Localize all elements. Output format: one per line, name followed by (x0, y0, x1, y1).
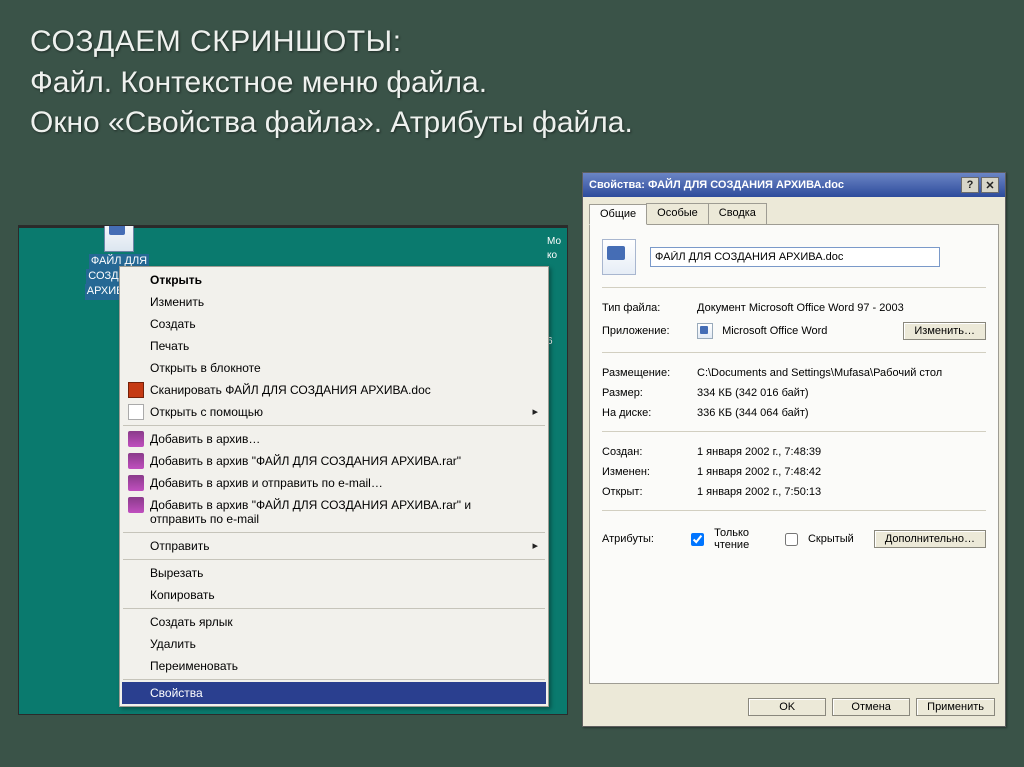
label-accessed: Открыт: (602, 486, 697, 498)
menu-open[interactable]: Открыть (122, 269, 546, 291)
rar-icon (128, 475, 144, 491)
value-ondisk: 336 КБ (344 064 байт) (697, 407, 986, 419)
cut-label-3: 6 (547, 336, 567, 347)
menu-add-archive-named-label: Добавить в архив "ФАЙЛ ДЛЯ СОЗДАНИЯ АРХИ… (150, 454, 461, 468)
antivirus-icon (128, 382, 144, 398)
menu-open-notepad[interactable]: Открыть в блокноте (122, 357, 546, 379)
value-modified: 1 января 2002 г., 7:48:42 (697, 466, 986, 478)
rar-icon (128, 453, 144, 469)
attr-hidden-label: Скрытый (808, 533, 854, 545)
label-attributes: Атрибуты: (602, 533, 681, 545)
app-name: Microsoft Office Word (722, 325, 827, 337)
rar-icon (128, 431, 144, 447)
value-size: 334 КБ (342 016 байт) (697, 387, 986, 399)
tab-special[interactable]: Особые (646, 203, 709, 224)
menu-new[interactable]: Создать (122, 313, 546, 335)
menu-print[interactable]: Печать (122, 335, 546, 357)
menu-add-archive-label: Добавить в архив… (150, 432, 260, 446)
menu-add-named-email-label: Добавить в архив "ФАЙЛ ДЛЯ СОЗДАНИЯ АРХИ… (150, 498, 471, 526)
slide-line-1: Создаем скриншоты: (30, 22, 994, 63)
checkbox-hidden[interactable] (785, 533, 798, 546)
menu-open-with-label: Открыть с помощью (150, 405, 263, 419)
close-button[interactable]: ✕ (981, 177, 999, 193)
filename-input[interactable] (650, 247, 940, 267)
attr-readonly-label: Только чтение (714, 527, 775, 551)
menu-properties[interactable]: Свойства (122, 682, 546, 704)
advanced-button[interactable]: Дополнительно… (874, 530, 986, 548)
tab-body-general: Тип файла: Документ Microsoft Office Wor… (589, 224, 999, 684)
menu-create-shortcut[interactable]: Создать ярлык (122, 611, 546, 633)
menu-send-to[interactable]: Отправить (122, 535, 546, 557)
value-filetype: Документ Microsoft Office Word 97 - 2003 (697, 302, 986, 314)
context-menu: Открыть Изменить Создать Печать Открыть … (119, 266, 549, 707)
cut-label-2: ко (547, 250, 567, 261)
desktop-panel: ФАЙЛ ДЛЯ СОЗДАНИЯ АРХИВА.doc Мо ко 6 Отк… (18, 225, 568, 715)
menu-copy[interactable]: Копировать (122, 584, 546, 606)
dialog-button-bar: OK Отмена Применить (583, 690, 1005, 726)
tab-general[interactable]: Общие (589, 204, 647, 225)
menu-cut[interactable]: Вырезать (122, 562, 546, 584)
tabs: Общие Особые Сводка (583, 197, 1005, 224)
menu-separator (123, 679, 545, 680)
menu-add-archive[interactable]: Добавить в архив… (122, 428, 546, 450)
change-app-button[interactable]: Изменить… (903, 322, 986, 340)
slide-line-2: Файл. Контекстное меню файла. (30, 63, 994, 104)
menu-open-with[interactable]: Открыть с помощью (122, 401, 546, 423)
menu-add-archive-named[interactable]: Добавить в архив "ФАЙЛ ДЛЯ СОЗДАНИЯ АРХИ… (122, 450, 546, 472)
menu-scan[interactable]: Сканировать ФАЙЛ ДЛЯ СОЗДАНИЯ АРХИВА.doc (122, 379, 546, 401)
menu-rename[interactable]: Переименовать (122, 655, 546, 677)
file-type-icon (602, 239, 636, 275)
slide-line-3: Окно «Свойства файла». Атрибуты файла. (30, 103, 994, 144)
label-ondisk: На диске: (602, 407, 697, 419)
label-size: Размер: (602, 387, 697, 399)
tab-summary[interactable]: Сводка (708, 203, 767, 224)
value-location: C:\Documents and Settings\Mufasa\Рабочий… (697, 367, 986, 379)
value-accessed: 1 января 2002 г., 7:50:13 (697, 486, 986, 498)
label-location: Размещение: (602, 367, 697, 379)
value-created: 1 января 2002 г., 7:48:39 (697, 446, 986, 458)
label-filetype: Тип файла: (602, 302, 697, 314)
app-icon (128, 404, 144, 420)
ok-button[interactable]: OK (748, 698, 826, 716)
help-button[interactable]: ? (961, 177, 979, 193)
menu-separator (123, 425, 545, 426)
cancel-button[interactable]: Отмена (832, 698, 910, 716)
menu-add-named-email[interactable]: Добавить в архив "ФАЙЛ ДЛЯ СОЗДАНИЯ АРХИ… (122, 494, 546, 530)
menu-separator (123, 608, 545, 609)
label-created: Создан: (602, 446, 697, 458)
menu-delete[interactable]: Удалить (122, 633, 546, 655)
menu-edit[interactable]: Изменить (122, 291, 546, 313)
menu-separator (123, 532, 545, 533)
menu-add-email-label: Добавить в архив и отправить по e-mail… (150, 476, 383, 490)
dialog-title: Свойства: ФАЙЛ ДЛЯ СОЗДАНИЯ АРХИВА.doc (589, 179, 844, 191)
properties-dialog: Свойства: ФАЙЛ ДЛЯ СОЗДАНИЯ АРХИВА.doc ?… (582, 172, 1006, 727)
label-modified: Изменен: (602, 466, 697, 478)
slide-title: Создаем скриншоты: Файл. Контекстное мен… (0, 0, 1024, 154)
value-app: Microsoft Office Word (697, 323, 903, 339)
menu-separator (123, 559, 545, 560)
apply-button[interactable]: Применить (916, 698, 995, 716)
menu-scan-label: Сканировать ФАЙЛ ДЛЯ СОЗДАНИЯ АРХИВА.doc (150, 383, 431, 397)
label-app: Приложение: (602, 325, 697, 337)
menu-add-email[interactable]: Добавить в архив и отправить по e-mail… (122, 472, 546, 494)
dialog-titlebar[interactable]: Свойства: ФАЙЛ ДЛЯ СОЗДАНИЯ АРХИВА.doc ?… (583, 173, 1005, 197)
word-file-icon (104, 225, 134, 252)
cut-label-1: Мо (547, 236, 567, 247)
rar-icon (128, 497, 144, 513)
word-app-icon (697, 323, 713, 339)
checkbox-readonly[interactable] (691, 533, 704, 546)
